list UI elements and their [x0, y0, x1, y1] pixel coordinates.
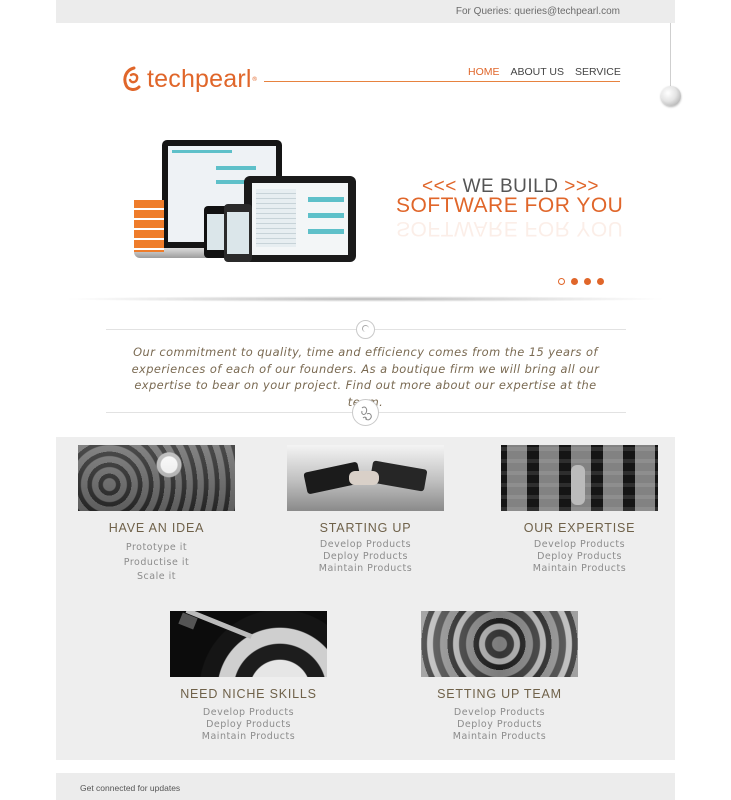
logo[interactable]: techpearl ® — [120, 62, 258, 96]
service-title: STARTING UP — [319, 521, 412, 535]
slide-dot-1[interactable] — [558, 278, 565, 285]
service-item: Maintain Products — [452, 731, 547, 742]
nav-about-us[interactable]: ABOUT US — [511, 66, 564, 78]
service-item: Develop Products — [319, 539, 412, 550]
logo-text: techpearl — [147, 64, 252, 93]
service-item: Maintain Products — [318, 563, 413, 574]
app-orange-panel — [134, 200, 164, 252]
service-item: Develop Products — [453, 707, 546, 718]
service-card-starting-up[interactable]: STARTING UP Develop Products Deploy Prod… — [287, 445, 444, 575]
service-item: Maintain Products — [201, 731, 296, 742]
service-item: Scale it — [137, 571, 176, 582]
hero-line2-reflection: SOFTWARE FOR YOU — [396, 217, 624, 240]
slide-dot-4[interactable] — [597, 278, 604, 285]
nav-underline — [264, 81, 620, 82]
footer-bar: Get connected for updates — [56, 773, 675, 800]
hero-line2: SOFTWARE FOR YOU — [396, 194, 624, 217]
team-hands-image — [421, 611, 578, 677]
leaf-ornament-icon — [352, 399, 379, 426]
pearl-ornament-icon — [356, 320, 375, 339]
hero-devices-image — [134, 140, 359, 270]
service-item: Deploy Products — [206, 719, 291, 730]
handshake-image — [287, 445, 444, 511]
service-title: NEED NICHE SKILLS — [180, 687, 317, 701]
service-item: Develop Products — [533, 539, 626, 550]
pearl-swirl-icon — [120, 64, 144, 94]
service-item: Deploy Products — [457, 719, 542, 730]
service-item: Deploy Products — [323, 551, 408, 562]
service-title: HAVE AN IDEA — [108, 521, 205, 535]
services-section: HAVE AN IDEA Prototype it Productise it … — [56, 437, 675, 760]
logo-trademark: ® — [251, 75, 258, 83]
service-title: SETTING UP TEAM — [437, 687, 562, 701]
slide-dot-3[interactable] — [584, 278, 591, 285]
service-item: Deploy Products — [537, 551, 622, 562]
pearl-pendulum-icon — [661, 86, 681, 106]
service-card-need-niche-skills[interactable]: NEED NICHE SKILLS Develop Products Deplo… — [170, 611, 327, 743]
pendulum-string — [670, 23, 671, 89]
dartboard-image — [170, 611, 327, 677]
top-bar: For Queries: queries@techpearl.com — [56, 0, 675, 23]
slider-dots — [558, 278, 604, 285]
queries-contact[interactable]: For Queries: queries@techpearl.com — [456, 6, 620, 17]
service-item: Prototype it — [125, 542, 188, 553]
lightbulbs-image — [78, 445, 235, 511]
slide-dot-2[interactable] — [571, 278, 578, 285]
service-card-have-an-idea[interactable]: HAVE AN IDEA Prototype it Productise it … — [78, 445, 235, 585]
phone-right — [224, 204, 252, 262]
service-item: Productise it — [123, 556, 190, 568]
touchscreen-image — [501, 445, 658, 511]
main-nav: HOME ABOUT US SERVICE — [468, 66, 621, 78]
service-card-our-expertise[interactable]: OUR EXPERTISE Develop Products Deploy Pr… — [501, 445, 658, 575]
service-title: OUR EXPERTISE — [523, 521, 636, 535]
service-item: Maintain Products — [532, 563, 627, 574]
service-item: Develop Products — [202, 707, 295, 718]
footer-text: Get connected for updates — [80, 783, 181, 793]
tablet — [244, 176, 356, 262]
nav-home[interactable]: HOME — [468, 66, 500, 78]
nav-service[interactable]: SERVICE — [575, 66, 621, 78]
page: For Queries: queries@techpearl.com techp… — [56, 0, 681, 800]
service-card-setting-up-team[interactable]: SETTING UP TEAM Develop Products Deploy … — [421, 611, 578, 743]
hero-shadow — [62, 296, 669, 302]
